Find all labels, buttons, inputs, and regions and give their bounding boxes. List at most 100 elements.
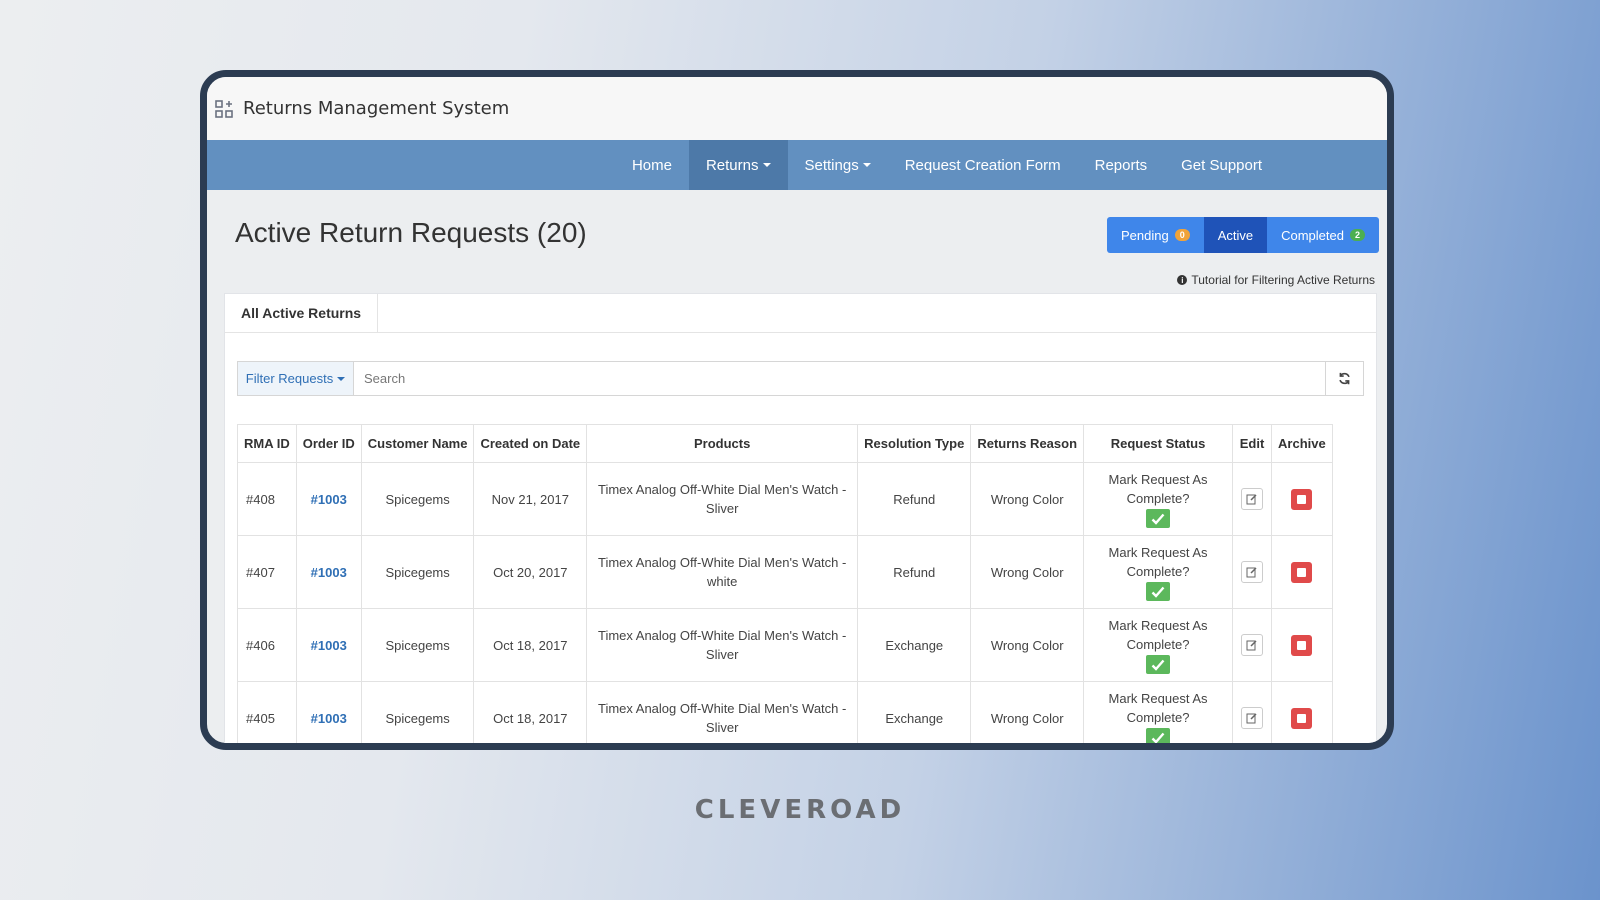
request-status-cell: Mark Request As Complete? xyxy=(1083,462,1234,536)
nav-settings[interactable]: Settings xyxy=(788,140,888,190)
edit-icon xyxy=(1246,640,1257,651)
filter-requests-button[interactable]: Filter Requests xyxy=(238,362,354,395)
pending-label: Pending xyxy=(1120,227,1169,243)
search-input[interactable] xyxy=(354,362,1325,395)
archive-icon xyxy=(1297,567,1307,577)
nav-request-creation-form[interactable]: Request Creation Form xyxy=(888,140,1078,190)
completed-label: Completed xyxy=(1281,227,1344,243)
edit-cell xyxy=(1232,535,1273,609)
rma-id-cell: #408 xyxy=(237,462,297,536)
archive-button[interactable] xyxy=(1291,561,1313,583)
product-cell: Timex Analog Off-White Dial Men's Watch … xyxy=(586,681,859,743)
page-title: Active Return Requests (20) xyxy=(235,217,587,248)
edit-button[interactable] xyxy=(1241,707,1264,729)
col-rma-id[interactable]: RMA ID xyxy=(237,424,297,463)
active-label: Active xyxy=(1217,227,1254,243)
created-date-cell: Oct 18, 2017 xyxy=(473,608,588,682)
nav-settings-label: Settings xyxy=(804,156,859,174)
order-id-cell: #1003 xyxy=(295,535,362,609)
resolution-type-cell: Exchange xyxy=(857,608,972,682)
resolution-type-cell: Exchange xyxy=(857,681,972,743)
archive-icon xyxy=(1297,713,1307,723)
col-returns-reason[interactable]: Returns Reason xyxy=(970,424,1085,463)
checkmark-icon xyxy=(1151,659,1165,671)
col-order-id[interactable]: Order ID xyxy=(295,424,362,463)
archive-button[interactable] xyxy=(1291,707,1313,729)
edit-icon xyxy=(1246,494,1257,505)
completed-button[interactable]: Completed 2 xyxy=(1267,217,1379,253)
created-date-cell: Oct 20, 2017 xyxy=(473,535,588,609)
archive-button[interactable] xyxy=(1291,634,1313,656)
customer-name-cell: Spicegems xyxy=(360,462,475,536)
table-row: #407 #1003 Spicegems Oct 20, 2017 Timex … xyxy=(237,535,1333,609)
active-button[interactable]: Active xyxy=(1203,217,1268,253)
mark-complete-button[interactable] xyxy=(1146,655,1171,674)
checkmark-icon xyxy=(1151,732,1165,743)
mark-complete-label: Mark Request As Complete? xyxy=(1108,691,1208,725)
archive-icon xyxy=(1297,640,1307,650)
mark-complete-label: Mark Request As Complete? xyxy=(1108,545,1208,579)
tutorial-link-label: Tutorial for Filtering Active Returns xyxy=(1191,273,1375,287)
product-cell: Timex Analog Off-White Dial Men's Watch … xyxy=(586,462,859,536)
nav-home-label: Home xyxy=(631,156,672,174)
customer-name-cell: Spicegems xyxy=(360,535,475,609)
app-titlebar: Returns Management System xyxy=(207,77,1387,140)
order-link[interactable]: #1003 xyxy=(311,492,347,507)
table-row: #408 #1003 Spicegems Nov 21, 2017 Timex … xyxy=(237,462,1333,536)
nav-returns-label: Returns xyxy=(705,156,759,174)
page-header: Active Return Requests (20) Pending 0 Ac… xyxy=(207,190,1387,297)
returns-reason-cell: Wrong Color xyxy=(970,535,1085,609)
col-products[interactable]: Products xyxy=(586,424,859,463)
edit-button[interactable] xyxy=(1241,634,1264,656)
nav-get-support[interactable]: Get Support xyxy=(1164,140,1279,190)
archive-cell xyxy=(1271,535,1333,609)
mark-complete-label: Mark Request As Complete? xyxy=(1108,618,1208,652)
request-status-cell: Mark Request As Complete? xyxy=(1083,535,1234,609)
caret-down-icon xyxy=(337,376,346,381)
created-date-cell: Oct 18, 2017 xyxy=(473,681,588,743)
nav-home[interactable]: Home xyxy=(615,140,689,190)
returns-table: RMA ID Order ID Customer Name Created on… xyxy=(237,424,1333,743)
mark-complete-label: Mark Request As Complete? xyxy=(1108,472,1208,506)
rma-id-cell: #406 xyxy=(237,608,297,682)
order-link[interactable]: #1003 xyxy=(311,565,347,580)
col-customer-name[interactable]: Customer Name xyxy=(360,424,475,463)
nav-get-support-label: Get Support xyxy=(1181,156,1263,174)
refresh-button[interactable] xyxy=(1325,362,1363,395)
brand-logo-text: CLEVEROAD xyxy=(694,795,906,825)
order-id-cell: #1003 xyxy=(295,462,362,536)
mark-complete-button[interactable] xyxy=(1146,728,1171,743)
nav-reports-label: Reports xyxy=(1094,156,1148,174)
archive-button[interactable] xyxy=(1291,488,1313,510)
edit-button[interactable] xyxy=(1241,561,1264,583)
edit-icon xyxy=(1246,567,1257,578)
col-resolution-type[interactable]: Resolution Type xyxy=(857,424,972,463)
created-date-cell: Nov 21, 2017 xyxy=(473,462,588,536)
order-link[interactable]: #1003 xyxy=(311,638,347,653)
nav-returns[interactable]: Returns xyxy=(688,140,788,190)
tutorial-link[interactable]: i Tutorial for Filtering Active Returns xyxy=(1177,273,1375,287)
archive-icon xyxy=(1297,494,1307,504)
returns-reason-cell: Wrong Color xyxy=(970,608,1085,682)
info-icon: i xyxy=(1177,275,1188,285)
table-header-row: RMA ID Order ID Customer Name Created on… xyxy=(237,424,1333,463)
nav-reports[interactable]: Reports xyxy=(1078,140,1165,190)
col-request-status[interactable]: Request Status xyxy=(1083,424,1234,463)
rma-id-cell: #405 xyxy=(237,681,297,743)
col-created-on-date[interactable]: Created on Date xyxy=(473,424,588,463)
mark-complete-button[interactable] xyxy=(1146,509,1171,528)
edit-cell xyxy=(1232,681,1273,743)
edit-button[interactable] xyxy=(1241,488,1264,510)
customer-name-cell: Spicegems xyxy=(360,608,475,682)
pending-button[interactable]: Pending 0 xyxy=(1106,217,1204,253)
edit-cell xyxy=(1232,608,1273,682)
mark-complete-button[interactable] xyxy=(1146,582,1171,601)
order-link[interactable]: #1003 xyxy=(311,711,347,726)
tab-all-active-returns[interactable]: All Active Returns xyxy=(225,294,379,332)
table-row: #405 #1003 Spicegems Oct 18, 2017 Timex … xyxy=(237,681,1333,743)
filter-requests-label: Filter Requests xyxy=(245,371,334,386)
nav-request-creation-form-label: Request Creation Form xyxy=(904,156,1061,174)
archive-cell xyxy=(1271,462,1333,536)
search-bar: Filter Requests xyxy=(237,361,1364,396)
order-id-cell: #1003 xyxy=(295,608,362,682)
